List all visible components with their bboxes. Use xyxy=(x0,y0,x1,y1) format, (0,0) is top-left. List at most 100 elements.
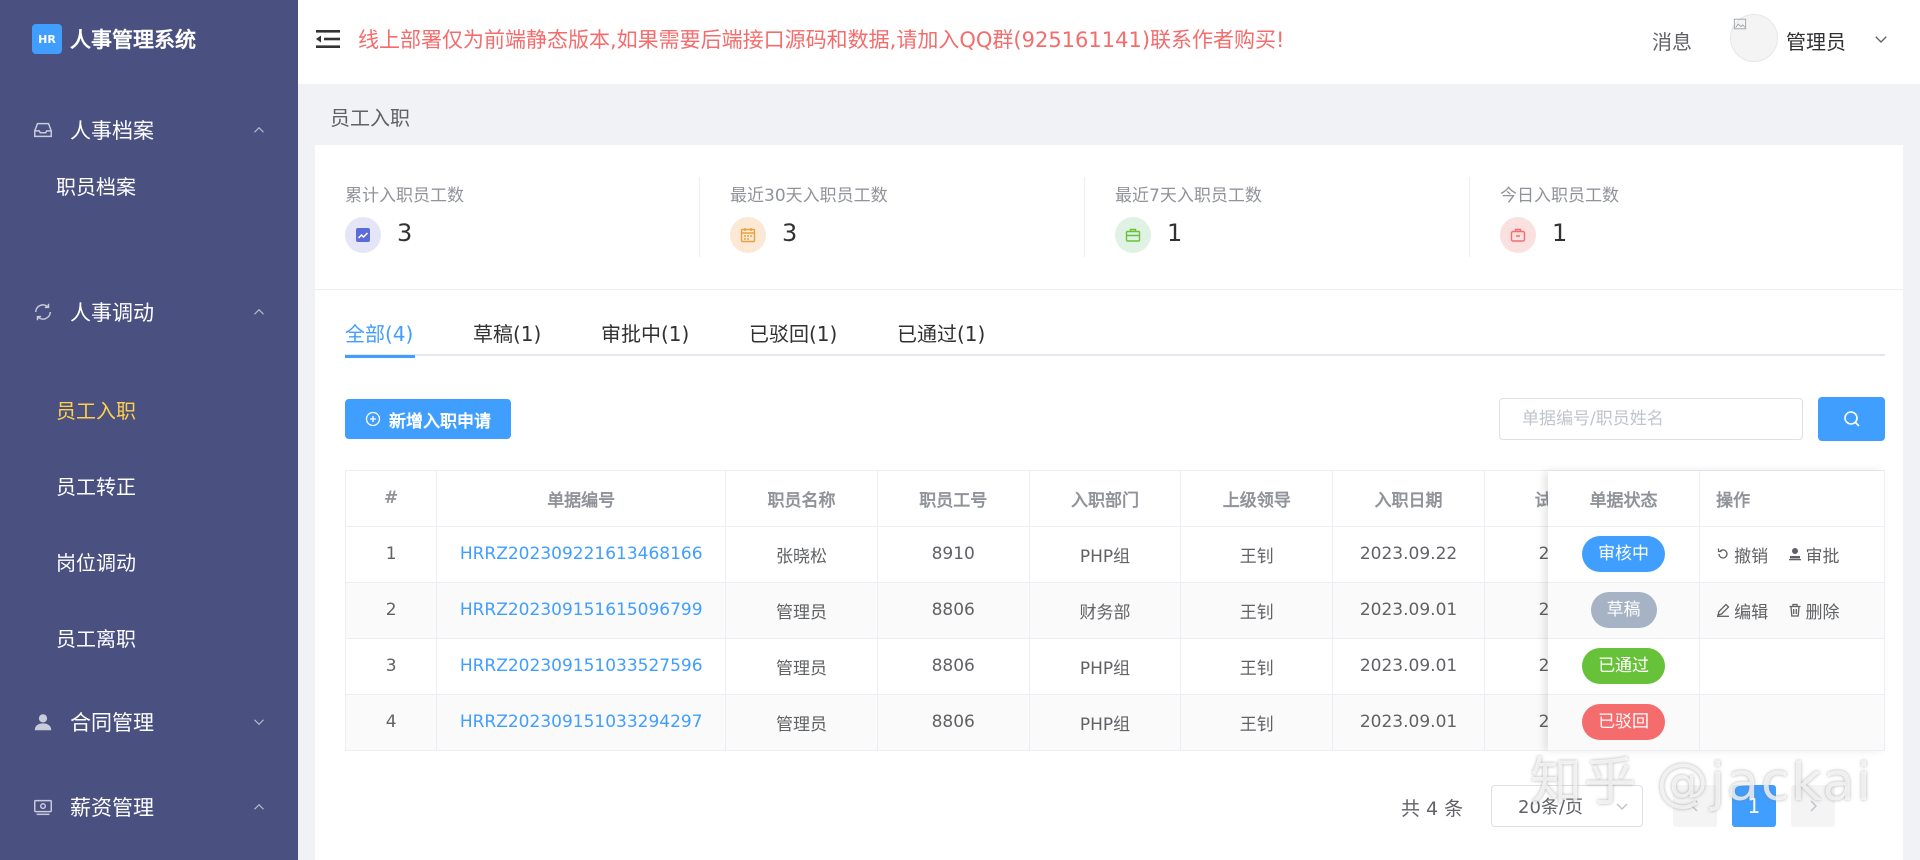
menu-group-label: 人事调动 xyxy=(70,301,154,325)
stat-label: 今日入职员工数 xyxy=(1500,186,1619,206)
avatar[interactable] xyxy=(1730,14,1778,62)
cell-employee-no: 8806 xyxy=(877,582,1030,639)
tab-approved[interactable]: 已通过(1) xyxy=(897,320,985,356)
menu-group-archive[interactable]: 人事档案 xyxy=(0,110,298,150)
menu-group-label: 薪资管理 xyxy=(70,796,154,820)
op-label: 删除 xyxy=(1805,602,1840,623)
stat-30-days: 最近30天入职员工数 3 xyxy=(700,181,1085,271)
inbox-icon xyxy=(34,122,52,138)
table-row: 已通过 xyxy=(1548,638,1885,695)
cell-date: 2023.09.01 xyxy=(1332,694,1485,751)
edit-button[interactable]: 编辑 xyxy=(1716,598,1768,623)
cell-code-link[interactable]: HRRZ202309151615096799 xyxy=(436,582,727,639)
tab-all[interactable]: 全部(4) xyxy=(345,320,415,358)
menu-group-transfer[interactable]: 人事调动 xyxy=(0,292,298,332)
tab-active-indicator xyxy=(345,355,415,358)
fixed-right-columns: 单据状态 操作 审核中 撤销 审批 草稿 编辑 删除 已通过 已驳回 xyxy=(1548,471,1885,751)
status-badge: 草稿 xyxy=(1590,592,1657,628)
cell-code-link[interactable]: HRRZ202309151033527596 xyxy=(436,638,727,695)
add-onboarding-button[interactable]: 新增入职申请 xyxy=(345,399,511,439)
tab-label: 全部(4) xyxy=(345,322,414,346)
col-header: 入职日期 xyxy=(1332,471,1485,527)
col-header: 入职部门 xyxy=(1029,471,1182,527)
table-row: 草稿 编辑 删除 xyxy=(1548,582,1885,639)
stat-value: 1 xyxy=(1167,219,1183,247)
sidebar-item-onboarding[interactable]: 员工入职 xyxy=(56,396,136,426)
tab-rejected[interactable]: 已驳回(1) xyxy=(749,320,837,356)
cell-index: 1 xyxy=(346,526,438,583)
messages-link[interactable]: 消息 xyxy=(1652,26,1692,55)
search-input[interactable] xyxy=(1499,398,1803,440)
money-icon xyxy=(34,799,52,816)
cell-ops: 撤销 审批 xyxy=(1699,526,1885,583)
cell-status: 已通过 xyxy=(1548,638,1701,695)
cell-date: 2023.09.22 xyxy=(1332,526,1485,583)
approve-button[interactable]: 审批 xyxy=(1788,542,1840,567)
cell-status: 审核中 xyxy=(1548,526,1701,583)
brand: HR 人事管理系统 xyxy=(32,24,196,54)
approve-icon xyxy=(1788,548,1801,561)
cell-code-link[interactable]: HRRZ202309151033294297 xyxy=(436,694,727,751)
cell-ops xyxy=(1699,638,1885,695)
chevron-down-icon xyxy=(254,719,264,726)
cell-department: 财务部 xyxy=(1029,582,1182,639)
cell-leader: 王钊 xyxy=(1180,694,1334,751)
stat-label: 最近30天入职员工数 xyxy=(730,186,888,206)
user-icon xyxy=(34,714,52,731)
cell-status: 草稿 xyxy=(1548,582,1701,639)
undo-icon xyxy=(1717,548,1728,559)
plus-circle-icon xyxy=(365,411,381,427)
op-label: 撤销 xyxy=(1734,546,1769,567)
chevron-up-icon xyxy=(254,803,264,810)
sidebar-item-regularization[interactable]: 员工转正 xyxy=(56,472,136,502)
calendar-icon xyxy=(730,217,766,253)
onboarding-table: # 单据编号 职员名称 职员工号 入职部门 上级领导 入职日期 试用期 1 HR… xyxy=(345,470,1885,751)
status-badge: 已通过 xyxy=(1582,648,1666,684)
delete-button[interactable]: 删除 xyxy=(1788,598,1840,623)
cell-department: PHP组 xyxy=(1029,526,1182,583)
sidebar: HR 人事管理系统 人事档案 职员档案 人事调动 员工入职 员工转正 岗位调动 … xyxy=(0,0,298,860)
stat-value: 1 xyxy=(1552,219,1568,247)
chevron-up-icon xyxy=(254,308,264,315)
col-header: 职员名称 xyxy=(725,471,878,527)
revoke-button[interactable]: 撤销 xyxy=(1716,542,1768,567)
sidebar-item-resignation[interactable]: 员工离职 xyxy=(56,624,136,654)
menu-toggle-icon[interactable] xyxy=(316,28,340,50)
col-header-status: 单据状态 xyxy=(1548,471,1701,527)
broken-image-icon xyxy=(1733,18,1747,30)
refresh-icon xyxy=(34,303,52,321)
col-header-actions: 操作 xyxy=(1699,471,1885,527)
cell-employee-no: 8910 xyxy=(877,526,1030,583)
stat-label: 最近7天入职员工数 xyxy=(1115,186,1262,206)
logo: HR xyxy=(32,24,62,54)
cell-index: 2 xyxy=(346,582,438,639)
chevron-up-icon xyxy=(254,126,264,133)
trash-icon xyxy=(1789,603,1801,617)
cell-name: 张晓松 xyxy=(725,526,878,583)
cell-date: 2023.09.01 xyxy=(1332,638,1485,695)
table-header-row: 单据状态 操作 xyxy=(1548,471,1885,527)
cell-code-link[interactable]: HRRZ202309221613468166 xyxy=(436,526,727,583)
stat-label: 累计入职员工数 xyxy=(345,186,464,206)
cell-ops: 编辑 删除 xyxy=(1699,582,1885,639)
tab-draft[interactable]: 草稿(1) xyxy=(473,320,541,356)
breadcrumb: 员工入职 xyxy=(330,106,410,130)
chevron-down-icon[interactable] xyxy=(1872,30,1890,48)
search-button[interactable] xyxy=(1818,397,1885,441)
status-badge: 审核中 xyxy=(1582,536,1666,572)
notice-banner: 线上部署仅为前端静态版本,如果需要后端接口源码和数据,请加入QQ群(925161… xyxy=(358,28,1285,52)
menu-group-contract[interactable]: 合同管理 xyxy=(0,702,298,742)
sidebar-item-employee-archive[interactable]: 职员档案 xyxy=(56,172,136,202)
cell-name: 管理员 xyxy=(725,638,878,695)
cell-department: PHP组 xyxy=(1029,638,1182,695)
stat-7-days: 最近7天入职员工数 1 xyxy=(1085,181,1470,271)
status-tabs: 全部(4) 草稿(1) 审批中(1) 已驳回(1) 已通过(1) xyxy=(345,320,1885,358)
menu-group-salary[interactable]: 薪资管理 xyxy=(0,787,298,827)
search-icon xyxy=(1843,411,1860,427)
fixed-table: 单据状态 操作 审核中 撤销 审批 草稿 编辑 删除 已通过 已驳回 xyxy=(1548,471,1885,751)
top-header: 线上部署仅为前端静态版本,如果需要后端接口源码和数据,请加入QQ群(925161… xyxy=(298,0,1920,84)
username[interactable]: 管理员 xyxy=(1786,26,1846,55)
tab-in-review[interactable]: 审批中(1) xyxy=(601,320,689,356)
sidebar-item-position-transfer[interactable]: 岗位调动 xyxy=(56,548,136,578)
cell-name: 管理员 xyxy=(725,694,878,751)
